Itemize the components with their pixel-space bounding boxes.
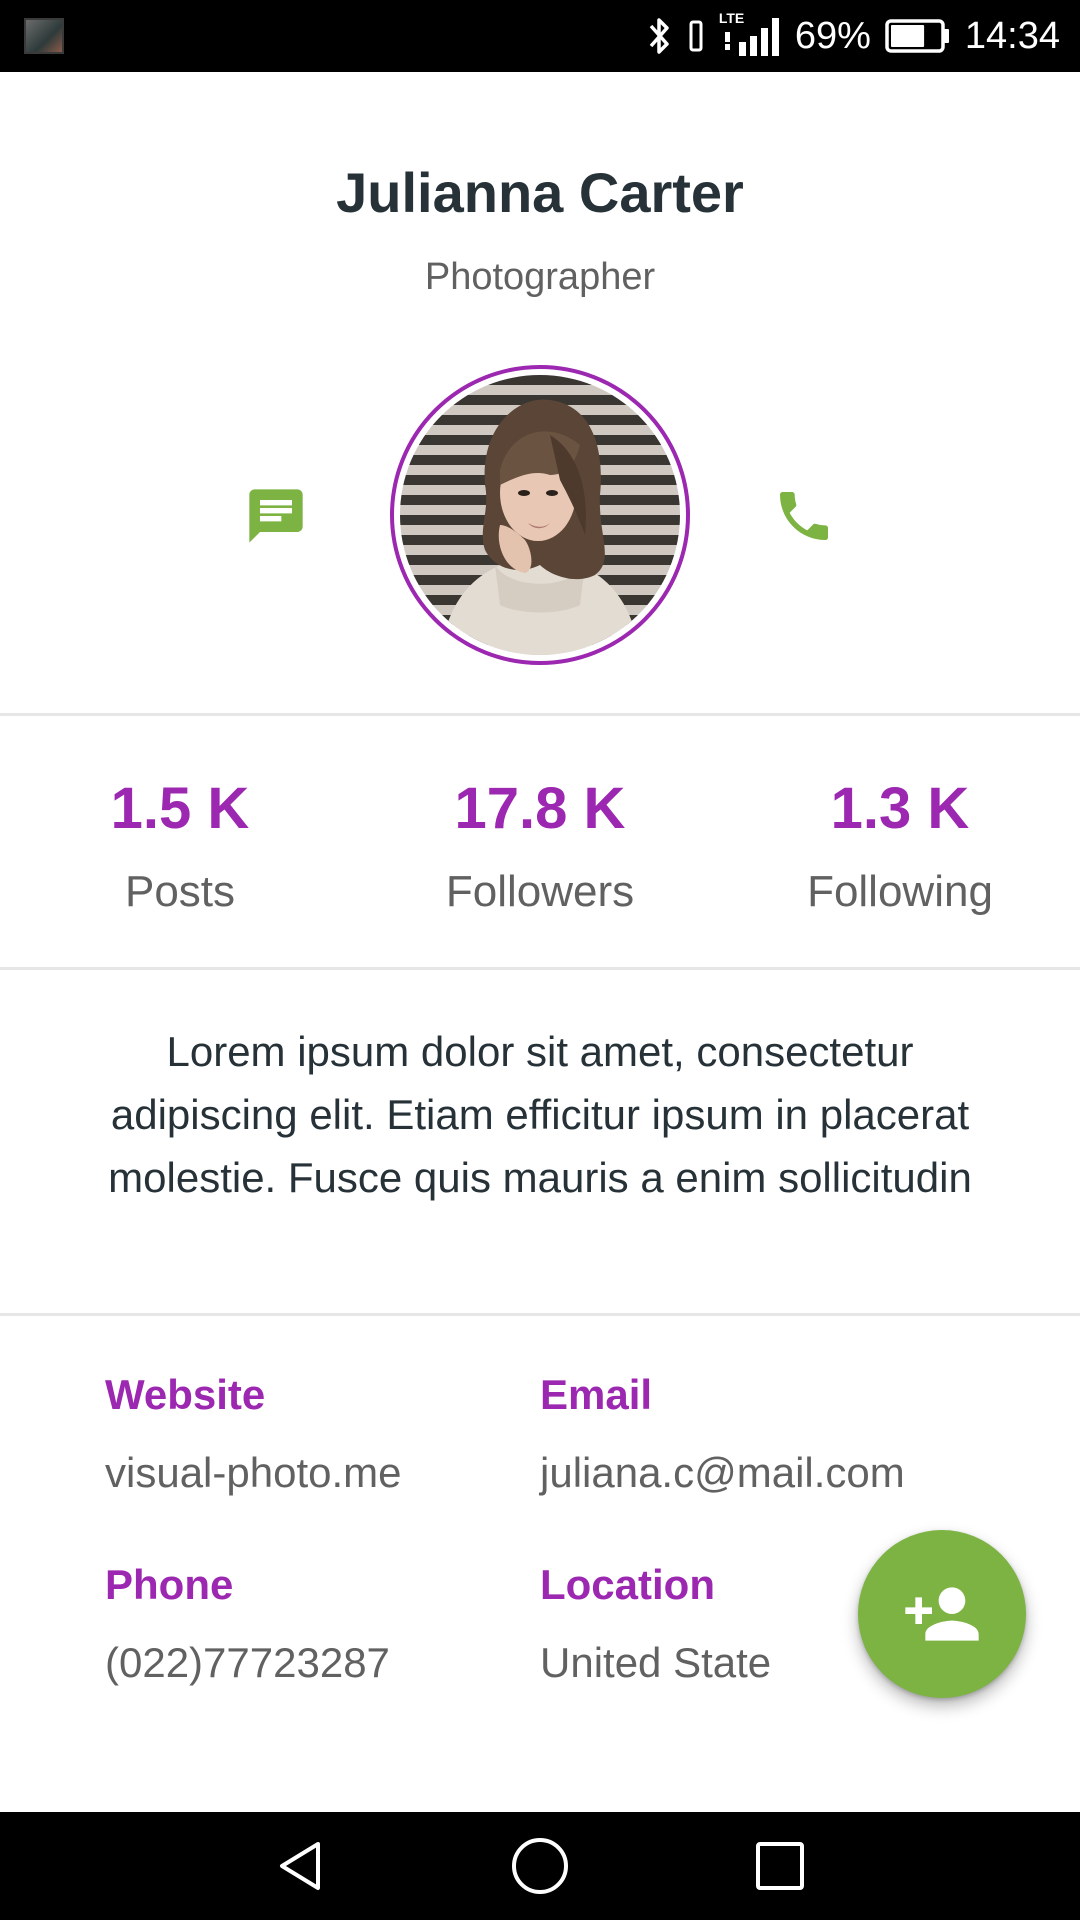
profile-role: Photographer (424, 256, 656, 298)
back-triangle-icon (280, 1842, 320, 1890)
detail-website: Website visual-photo.me (105, 1370, 401, 1498)
website-link[interactable]: visual-photo.me (105, 1448, 401, 1498)
avatar-photo (400, 375, 680, 655)
status-bar: LTE 69% 14:34 (0, 0, 1080, 72)
detail-label: Email (540, 1371, 653, 1418)
location-value: United State (540, 1639, 772, 1686)
battery-icon (885, 19, 949, 53)
detail-label: Location (540, 1561, 715, 1608)
signal-group: LTE (717, 10, 781, 58)
home-circle-icon (512, 1838, 568, 1894)
detail-label: Website (105, 1371, 266, 1418)
clock: 14:34 (964, 14, 1060, 57)
stat-following[interactable]: 1.3 K Following (720, 720, 1080, 970)
call-button[interactable] (768, 480, 840, 552)
stats-row: 1.5 K Posts 17.8 K Followers 1.3 K Follo… (0, 720, 1080, 970)
stat-value: 1.5 K (110, 776, 250, 841)
signal-bars-icon (724, 18, 779, 56)
stat-value: 17.8 K (454, 776, 626, 841)
stat-label: Followers (445, 867, 635, 916)
stat-label: Posts (124, 867, 236, 916)
message-icon (249, 489, 303, 543)
detail-location: Location United State (540, 1560, 771, 1688)
stat-posts[interactable]: 1.5 K Posts (0, 720, 360, 970)
stat-label: Following (807, 867, 993, 916)
bluetooth-icon (649, 18, 669, 54)
detail-email: Email juliana.c@mail.com (540, 1370, 905, 1498)
detail-label: Phone (105, 1561, 234, 1608)
bio-text: Lorem ipsum dolor sit amet, consectetur … (108, 1028, 972, 1201)
status-icons: LTE 69% 14:34 (645, 0, 1060, 72)
phone-link[interactable]: (022)77723287 (105, 1638, 390, 1688)
phone-icon (780, 492, 828, 540)
detail-phone: Phone (022)77723287 (105, 1560, 390, 1688)
back-button[interactable] (260, 1826, 340, 1906)
battery-percent: 69% (794, 14, 871, 57)
divider-bottom (0, 1313, 1080, 1316)
profile-name: Julianna Carter (336, 161, 744, 224)
recents-button[interactable] (740, 1826, 820, 1906)
message-button[interactable] (240, 480, 312, 552)
portrait-illustration (440, 399, 640, 655)
home-button[interactable] (500, 1826, 580, 1906)
notification-thumbnail-icon (24, 18, 64, 54)
stat-followers[interactable]: 17.8 K Followers (360, 720, 720, 970)
add-friend-button[interactable] (858, 1530, 1026, 1698)
email-link[interactable]: juliana.c@mail.com (540, 1448, 905, 1498)
vibrate-icon (689, 20, 703, 52)
recents-square-icon (756, 1842, 804, 1890)
stat-value: 1.3 K (830, 776, 970, 841)
divider-top (0, 713, 1080, 716)
navigation-bar (0, 1812, 1080, 1920)
avatar[interactable] (390, 365, 690, 665)
person-add-icon (905, 1587, 979, 1641)
divider-middle (0, 967, 1080, 970)
